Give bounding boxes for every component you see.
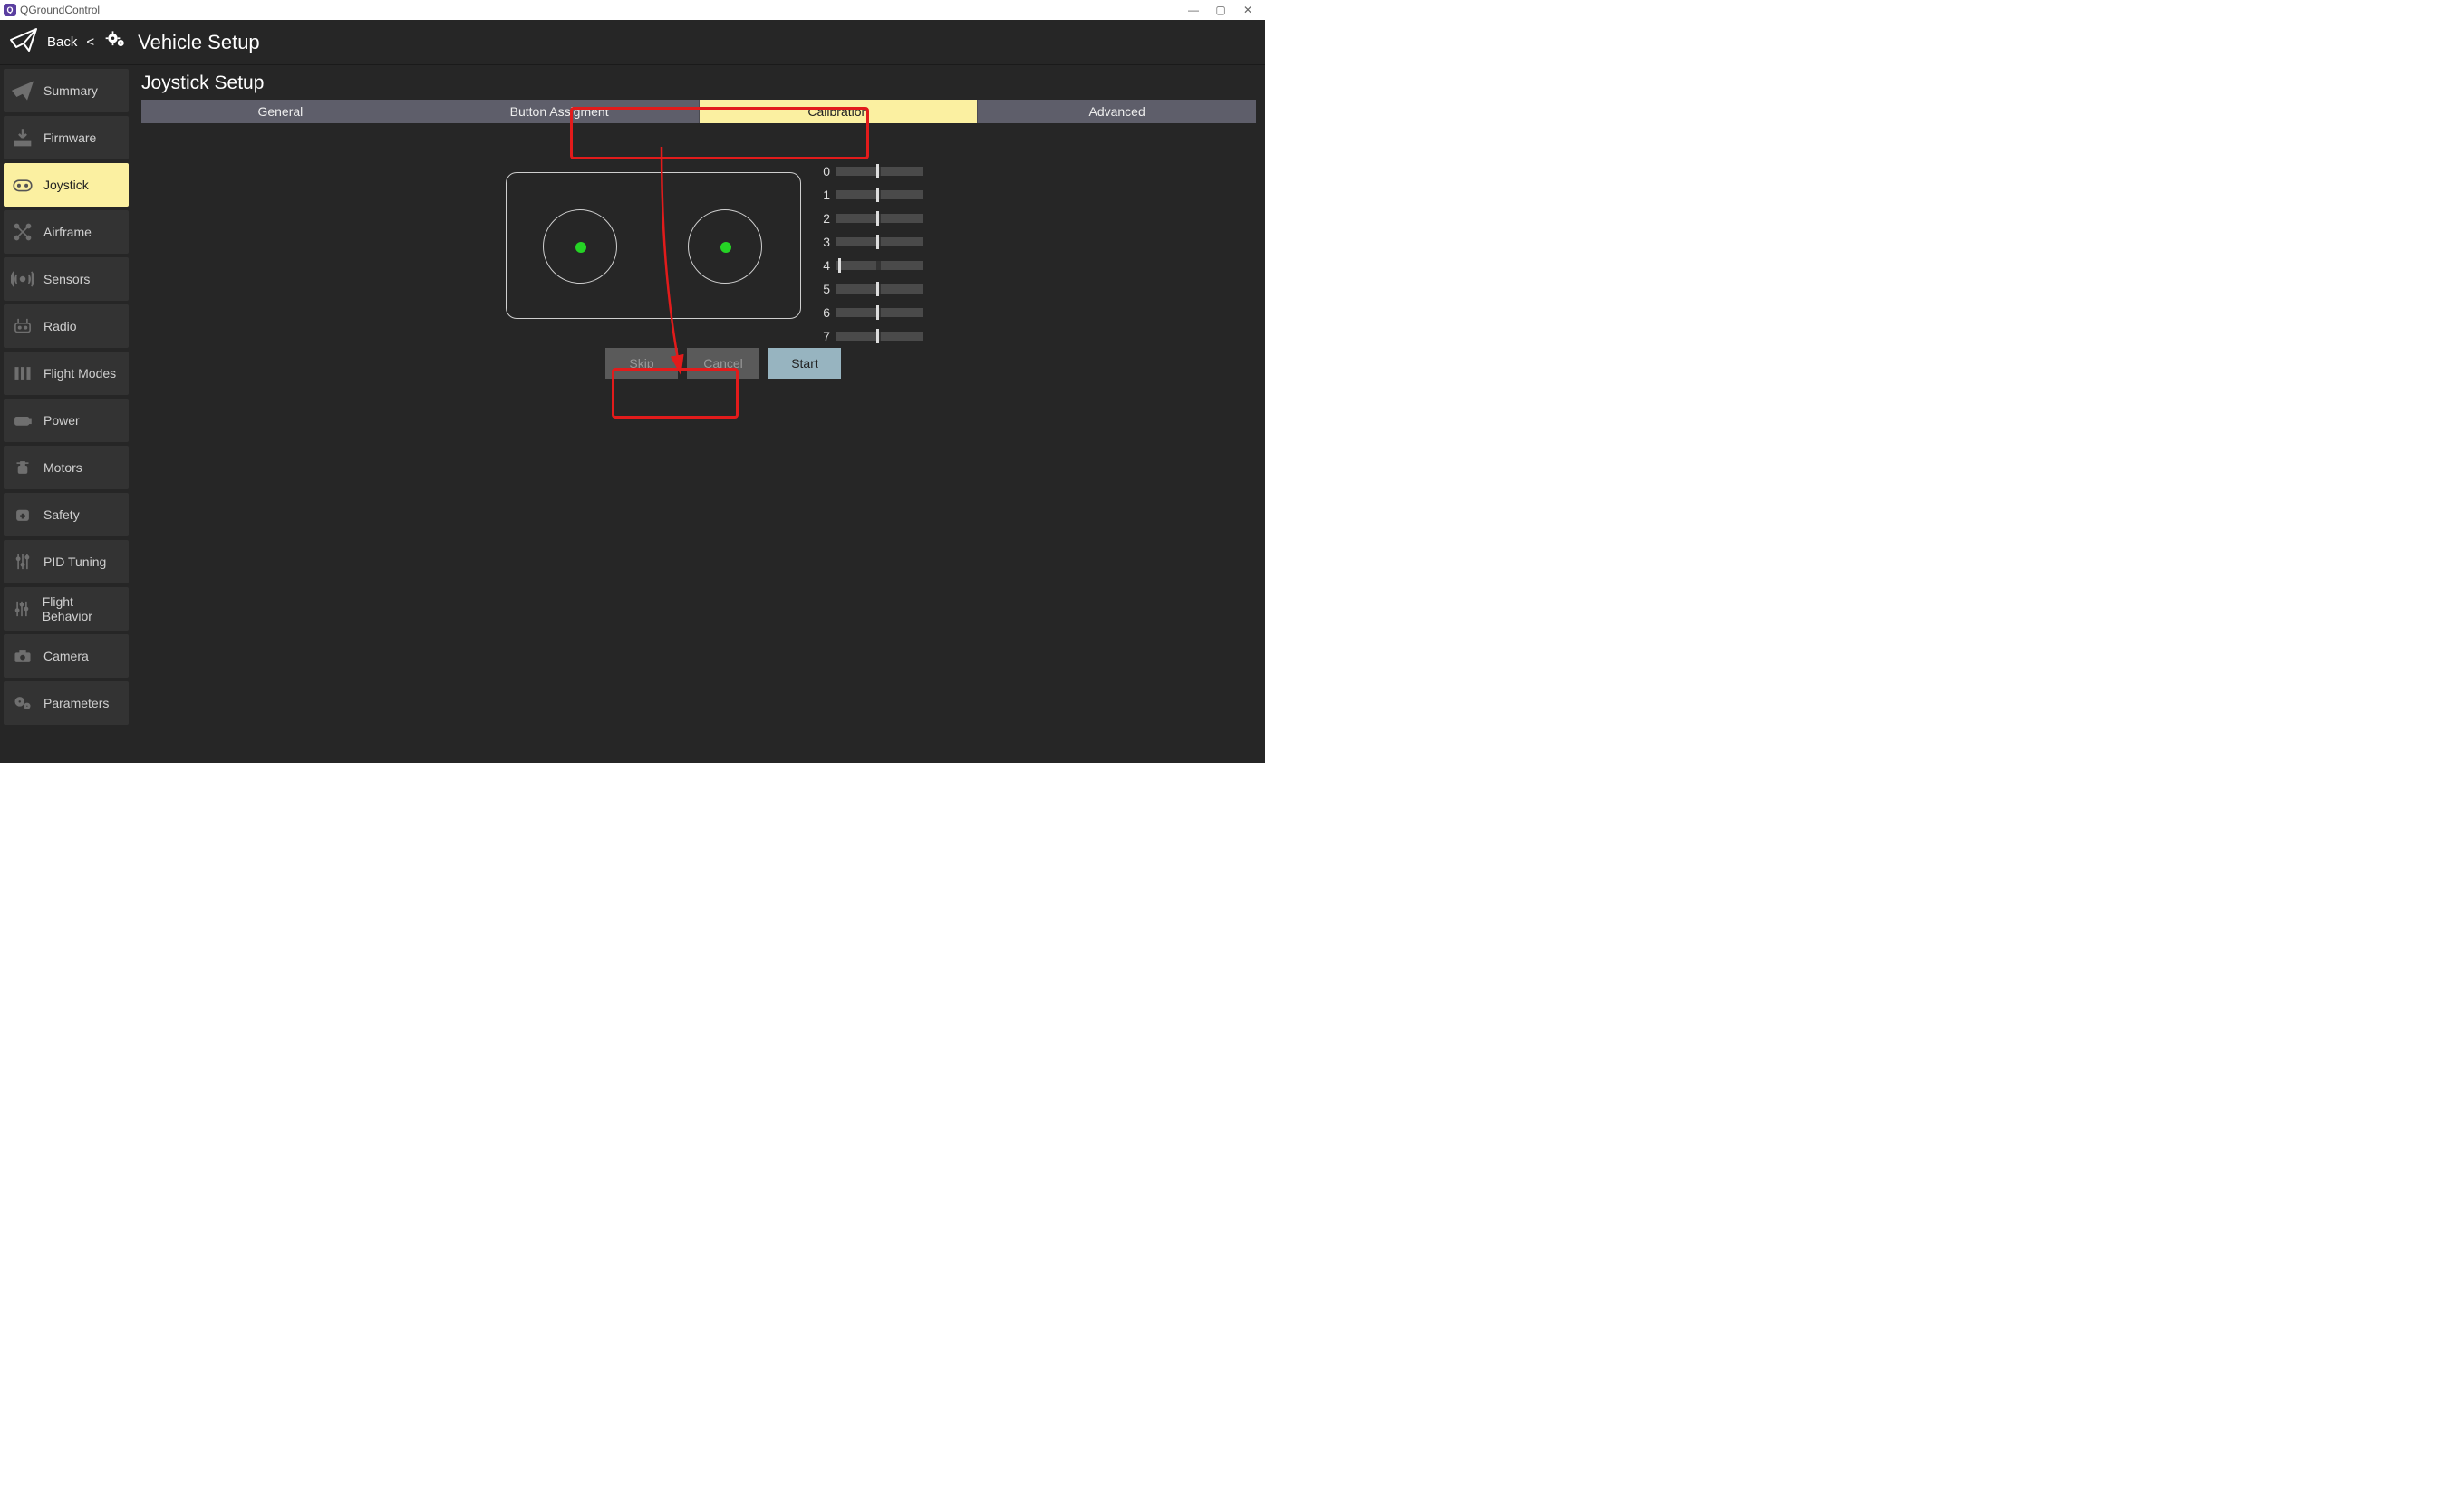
channel-indicator	[876, 188, 879, 202]
sidebar-item-sensors[interactable]: Sensors	[4, 257, 129, 301]
channel-bar	[836, 308, 923, 317]
channel-number: 3	[819, 235, 830, 249]
power-icon	[9, 409, 36, 432]
radio-icon	[9, 314, 36, 338]
skip-button: Skip	[605, 348, 678, 379]
page-section-title: Vehicle Setup	[138, 31, 260, 54]
tab-advanced[interactable]: Advanced	[978, 100, 1256, 123]
sidebar-item-safety[interactable]: Safety	[4, 493, 129, 536]
gears-icon	[9, 691, 36, 715]
camera-icon	[9, 644, 36, 668]
channel-bar	[836, 237, 923, 246]
sidebar-item-label: Flight Behavior	[43, 594, 123, 623]
download-icon	[9, 126, 36, 149]
channel-number: 4	[819, 258, 830, 273]
sidebar-item-firmware[interactable]: Firmware	[4, 116, 129, 159]
sidebar-item-flight-modes[interactable]: Flight Modes	[4, 352, 129, 395]
gamepad-icon	[9, 173, 36, 197]
tab-general[interactable]: General	[141, 100, 420, 123]
sliders-icon	[9, 550, 36, 574]
sidebar-item-label: Summary	[43, 83, 98, 98]
sidebar-item-label: Camera	[43, 649, 89, 663]
sidebar-item-label: Airframe	[43, 225, 92, 239]
sidebar-item-camera[interactable]: Camera	[4, 634, 129, 678]
channel-bar	[836, 167, 923, 176]
joystick-preview	[506, 172, 801, 319]
left-stick-circle	[543, 209, 617, 284]
sidebar: Summary Firmware Joystick Airframe Senso…	[0, 65, 132, 763]
tab-calibration[interactable]: Calibration	[700, 100, 979, 123]
right-stick-circle	[688, 209, 762, 284]
channel-indicator	[876, 211, 879, 226]
page-title: Joystick Setup	[141, 72, 1256, 94]
paper-plane-icon	[9, 25, 38, 59]
topbar: Back < Vehicle Setup	[0, 20, 1265, 65]
sidebar-item-radio[interactable]: Radio	[4, 304, 129, 348]
channel-number: 2	[819, 211, 830, 226]
sidebar-item-flight-behavior[interactable]: Flight Behavior	[4, 587, 129, 631]
window-title: QGroundControl	[20, 4, 100, 16]
window-close-button[interactable]: ✕	[1234, 2, 1261, 18]
start-button[interactable]: Start	[768, 348, 841, 379]
stick-position-dot	[575, 242, 586, 253]
channel-indicator	[876, 329, 879, 343]
sidebar-item-power[interactable]: Power	[4, 399, 129, 442]
channel-number: 5	[819, 282, 830, 296]
sidebar-item-label: Parameters	[43, 696, 109, 710]
channel-number: 0	[819, 164, 830, 178]
channel-bars: 0 1 2 3 4 5 6 7	[819, 159, 923, 348]
sidebar-item-joystick[interactable]: Joystick	[4, 163, 129, 207]
channel-bar	[836, 284, 923, 294]
sliders-icon	[9, 597, 35, 621]
app-icon: Q	[4, 4, 16, 16]
tab-button-assignment[interactable]: Button Assigment	[420, 100, 700, 123]
flight-modes-icon	[9, 362, 36, 385]
channel-indicator	[876, 305, 879, 320]
window-minimize-button[interactable]: —	[1180, 2, 1207, 18]
sidebar-item-label: Safety	[43, 507, 80, 522]
window-maximize-button[interactable]: ▢	[1207, 2, 1234, 18]
channel-indicator	[838, 258, 841, 273]
motors-icon	[9, 456, 36, 479]
sidebar-item-label: Power	[43, 413, 80, 428]
sidebar-item-label: PID Tuning	[43, 554, 106, 569]
tab-bar: General Button Assigment Calibration Adv…	[141, 100, 1256, 123]
channel-number: 6	[819, 305, 830, 320]
stick-position-dot	[720, 242, 731, 253]
sidebar-item-label: Radio	[43, 319, 77, 333]
gears-icon	[103, 27, 129, 57]
sidebar-item-label: Flight Modes	[43, 366, 116, 381]
channel-indicator	[876, 235, 879, 249]
safety-icon	[9, 503, 36, 526]
cancel-button: Cancel	[687, 348, 759, 379]
sidebar-item-motors[interactable]: Motors	[4, 446, 129, 489]
sidebar-item-airframe[interactable]: Airframe	[4, 210, 129, 254]
sensors-icon	[9, 267, 36, 291]
main-content: Joystick Setup General Button Assigment …	[132, 65, 1265, 763]
sidebar-item-label: Sensors	[43, 272, 90, 286]
channel-indicator	[876, 282, 879, 296]
channel-bar	[836, 261, 923, 270]
window-titlebar: Q QGroundControl — ▢ ✕	[0, 0, 1265, 20]
sidebar-item-pid-tuning[interactable]: PID Tuning	[4, 540, 129, 583]
sidebar-item-label: Firmware	[43, 130, 96, 145]
airframe-icon	[9, 220, 36, 244]
sidebar-item-label: Joystick	[43, 178, 89, 192]
channel-bar	[836, 214, 923, 223]
chevron-left-icon: <	[86, 34, 94, 50]
channel-number: 1	[819, 188, 830, 202]
channel-bar	[836, 332, 923, 341]
paper-plane-icon	[9, 79, 36, 102]
channel-indicator	[876, 164, 879, 178]
back-link[interactable]: Back	[47, 34, 77, 50]
channel-bar	[836, 190, 923, 199]
sidebar-item-summary[interactable]: Summary	[4, 69, 129, 112]
channel-number: 7	[819, 329, 830, 343]
sidebar-item-label: Motors	[43, 460, 82, 475]
sidebar-item-parameters[interactable]: Parameters	[4, 681, 129, 725]
